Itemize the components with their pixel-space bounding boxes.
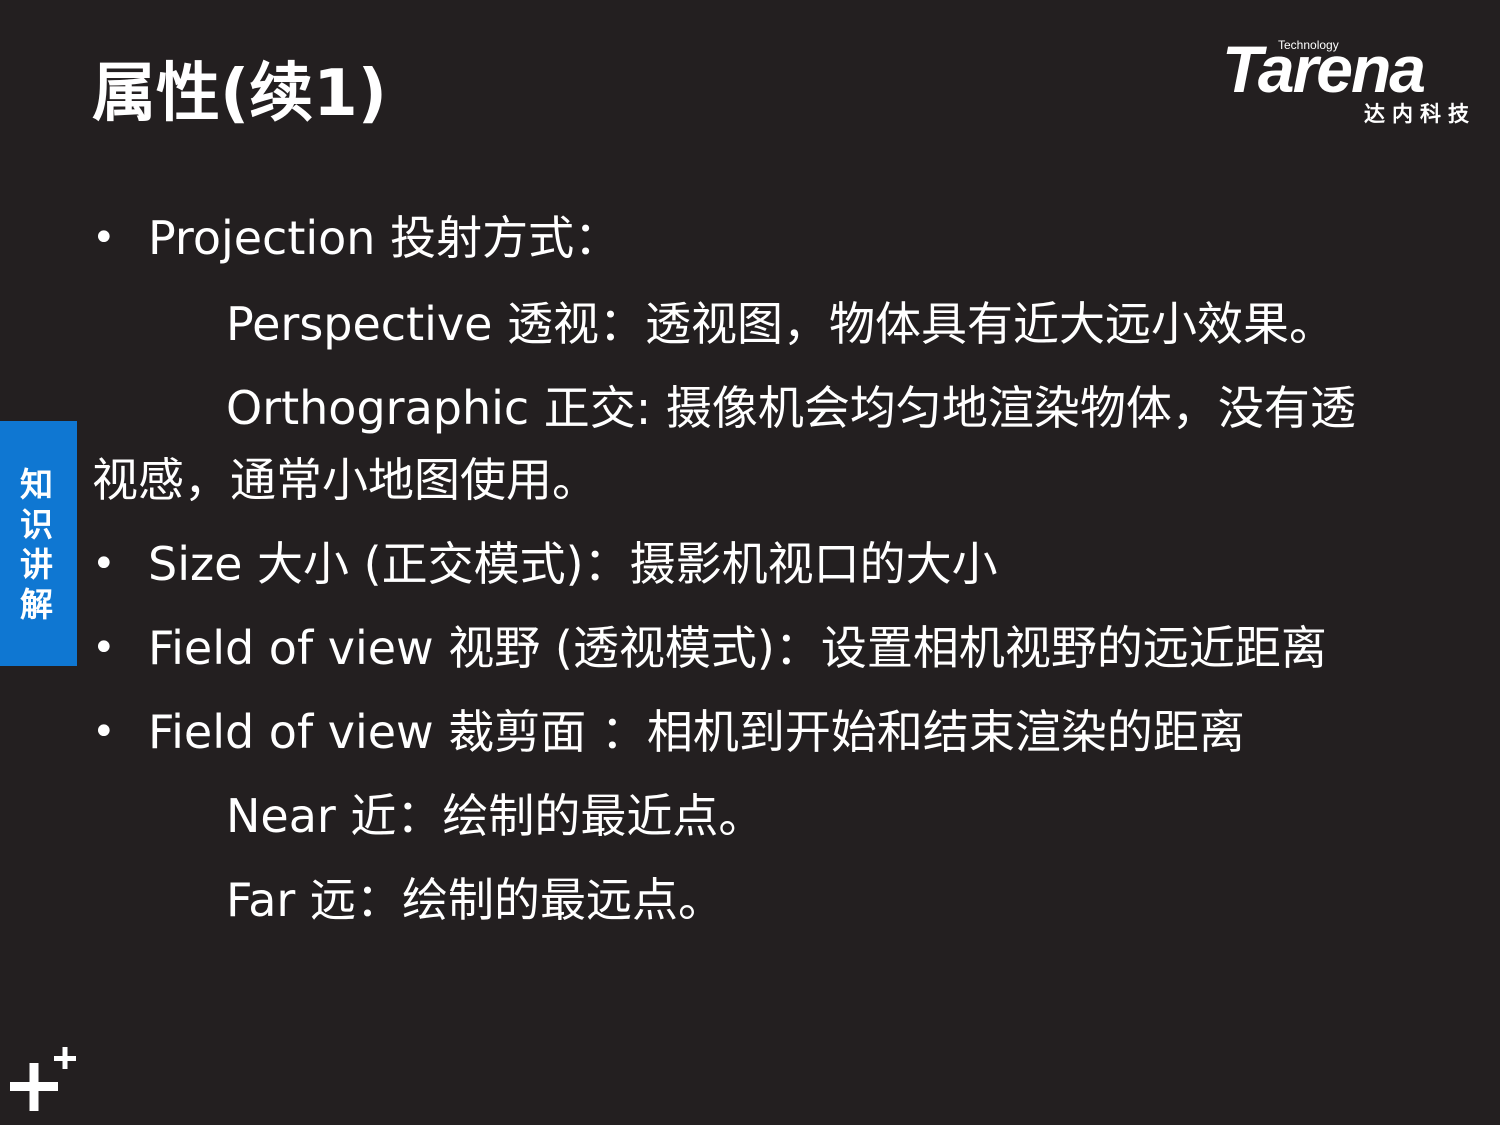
- bullet-icon: •: [92, 709, 116, 755]
- knowledge-tab: 知识讲解: [0, 421, 77, 666]
- logo-tagline: Technology: [1278, 38, 1339, 52]
- tarena-logo: Tarena Technology 达内科技: [1222, 36, 1476, 126]
- knowledge-tab-label: 知识讲解: [20, 465, 53, 624]
- sub-line-perspective: Perspective 透视：透视图，物体具有近大远小效果。: [226, 297, 1336, 351]
- sub-line-far: Far 远：绘制的最远点。: [226, 873, 724, 927]
- sub-line-orthographic: Orthographic 正交: 摄像机会均匀地渲染物体，没有透: [226, 381, 1356, 435]
- bullet-clipping-planes: Field of view 裁剪面 ：相机到开始和结束渲染的距离: [148, 705, 1245, 759]
- bullet-icon: •: [92, 625, 116, 671]
- slide-title: 属性(续1): [92, 57, 388, 131]
- sub-line-orthographic-continued: 视感，通常小地图使用。: [92, 453, 598, 507]
- bullet-size: Size 大小 (正交模式)：摄影机视口的大小: [148, 537, 998, 591]
- bullet-field-of-view: Field of view 视野 (透视模式)：设置相机视野的远近距离: [148, 621, 1327, 675]
- plus-icon: [10, 1047, 76, 1111]
- sub-line-near: Near 近：绘制的最近点。: [226, 789, 765, 843]
- logo-chinese-name: 达内科技: [1364, 102, 1476, 126]
- bullet-icon: •: [92, 541, 116, 587]
- bullet-projection: Projection 投射方式：: [148, 211, 621, 265]
- bullet-icon: •: [92, 215, 116, 261]
